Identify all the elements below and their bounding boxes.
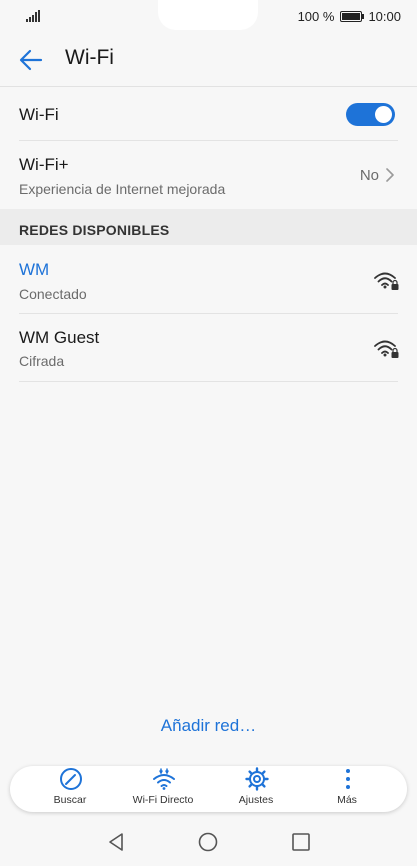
scan-label: Buscar <box>53 794 87 806</box>
wifi-plus-value: No <box>359 167 379 184</box>
system-nav-bar <box>0 818 417 866</box>
chevron-right-icon <box>386 168 394 182</box>
add-network-button[interactable]: Añadir red… <box>0 716 417 736</box>
more-vertical-icon <box>346 769 350 789</box>
battery-icon <box>340 11 365 22</box>
network-name: WM <box>19 260 50 279</box>
network-status: Cifrada <box>19 353 65 369</box>
wifi-plus-description: Experiencia de Internet mejorada <box>19 181 226 197</box>
camera-notch <box>158 0 258 30</box>
scan-button[interactable]: Buscar <box>25 766 115 812</box>
home-circle-icon[interactable] <box>198 832 218 852</box>
status-bar: 100 % 10:00 <box>0 0 417 34</box>
page-title: Wi-Fi <box>65 46 114 69</box>
wifi-direct-label: Wi-Fi Directo <box>132 794 194 806</box>
bottom-action-bar: Buscar Wi-Fi Directo Ajustes Más <box>10 766 407 812</box>
wifi-direct-button[interactable]: Wi-Fi Directo <box>118 766 208 812</box>
clock: 10:00 <box>368 9 401 24</box>
signal-icon <box>26 10 40 22</box>
wifi-plus-row[interactable]: Wi-Fi+ Experiencia de Internet mejorada … <box>0 141 417 209</box>
divider <box>19 381 398 382</box>
recents-square-icon[interactable] <box>291 832 311 852</box>
network-item-wm-guest[interactable]: WM Guest Cifrada <box>0 314 417 381</box>
wifi-direct-icon <box>153 768 175 790</box>
scan-icon <box>60 768 82 790</box>
gear-icon <box>245 767 269 791</box>
section-title: REDES DISPONIBLES <box>19 222 170 238</box>
network-item-wm[interactable]: WM Conectado <box>0 246 417 313</box>
back-triangle-icon[interactable] <box>106 832 126 852</box>
app-toolbar: Wi-Fi <box>0 34 417 87</box>
switch-knob <box>375 106 392 123</box>
settings-label: Ajustes <box>238 794 274 806</box>
battery-percent: 100 % <box>297 9 335 24</box>
network-status: Conectado <box>19 286 87 302</box>
wifi-lock-icon <box>374 340 399 358</box>
more-button[interactable]: Más <box>302 766 392 812</box>
wifi-switch[interactable] <box>346 103 395 126</box>
wifi-toggle-label: Wi-Fi <box>19 105 59 124</box>
settings-button[interactable]: Ajustes <box>211 766 301 812</box>
network-name: WM Guest <box>19 328 100 347</box>
more-label: Más <box>337 794 357 806</box>
wifi-lock-icon <box>374 272 399 290</box>
arrow-left-icon[interactable] <box>18 47 44 73</box>
wifi-plus-label: Wi-Fi+ <box>19 155 69 174</box>
available-networks-header: REDES DISPONIBLES <box>0 209 417 245</box>
